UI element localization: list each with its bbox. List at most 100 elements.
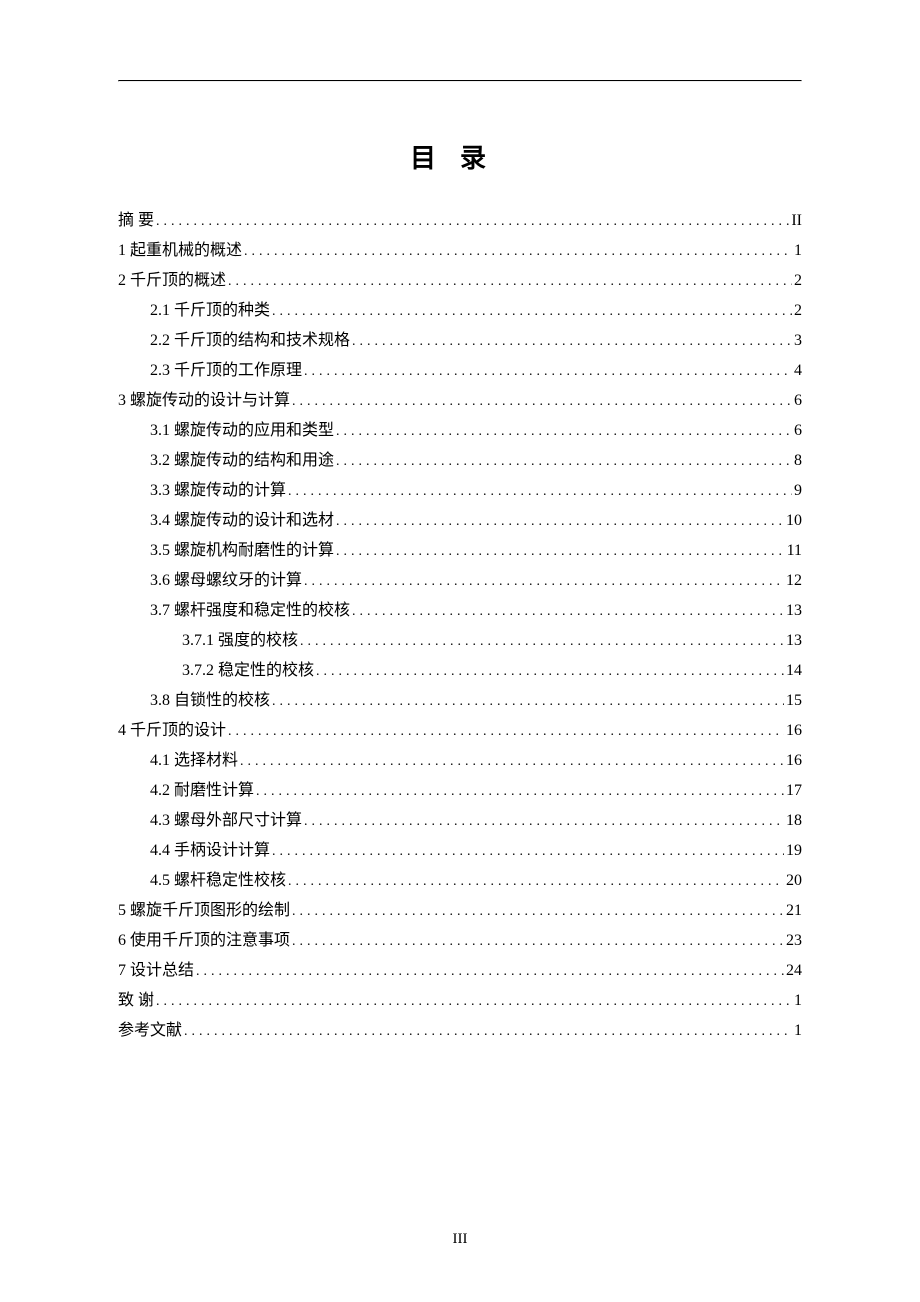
toc-entry-page: 11 [787, 543, 802, 559]
toc-entry-page: 15 [786, 693, 802, 709]
toc-entry-label: 7 设计总结 [118, 963, 194, 979]
toc-entry-page: 13 [786, 633, 802, 649]
toc-leader-dots [156, 215, 789, 229]
top-rule [118, 80, 802, 82]
toc-entry-page: 24 [786, 963, 802, 979]
toc-leader-dots [336, 545, 785, 559]
toc-title: 目录 [118, 138, 802, 175]
toc-entry-page: 13 [786, 603, 802, 619]
toc-entry: 3 螺旋传动的设计与计算6 [118, 393, 802, 409]
toc-leader-dots [304, 575, 784, 589]
toc-entry-label: 摘 要 [118, 213, 154, 229]
toc-entry-label: 2.1 千斤顶的种类 [150, 303, 270, 319]
toc-entry: 摘 要 II [118, 213, 802, 229]
toc-entry: 2.3 千斤顶的工作原理 4 [118, 363, 802, 379]
toc-leader-dots [316, 665, 784, 679]
toc-entry: 3.6 螺母螺纹牙的计算12 [118, 573, 802, 589]
toc-leader-dots [244, 245, 792, 259]
toc-entry-label: 6 使用千斤顶的注意事项 [118, 933, 290, 949]
toc-entry-label: 4.5 螺杆稳定性校核 [150, 873, 286, 889]
toc-entry: 3.5 螺旋机构耐磨性的计算 11 [118, 543, 802, 559]
toc-entry: 2.1 千斤顶的种类 2 [118, 303, 802, 319]
toc-leader-dots [336, 455, 792, 469]
toc-entry: 7 设计总结 24 [118, 963, 802, 979]
toc-entry-label: 3.2 螺旋传动的结构和用途 [150, 453, 334, 469]
toc-entry-page: 6 [794, 423, 802, 439]
toc-entry-page: 2 [794, 303, 802, 319]
toc-entry-page: 20 [786, 873, 802, 889]
toc-entry-page: 9 [794, 483, 802, 499]
toc-leader-dots [256, 785, 784, 799]
toc-entry: 3.2 螺旋传动的结构和用途8 [118, 453, 802, 469]
toc-entry-page: 18 [786, 813, 802, 829]
toc-leader-dots [336, 515, 784, 529]
toc-entry-label: 3.3 螺旋传动的计算 [150, 483, 286, 499]
document-page: 目录 摘 要II1 起重机械的概述12 千斤顶的概述22.1 千斤顶的种类22.… [0, 0, 920, 1302]
toc-entry-label: 4.3 螺母外部尺寸计算 [150, 813, 302, 829]
toc-entry: 3.7 螺杆强度和稳定性的校核 13 [118, 603, 802, 619]
toc-leader-dots [240, 755, 784, 769]
toc-leader-dots [352, 605, 784, 619]
toc-entry-page: 1 [794, 243, 802, 259]
toc-entry-page: 21 [786, 903, 802, 919]
page-number: III [0, 1231, 920, 1248]
toc-leader-dots [336, 425, 792, 439]
toc-entry-label: 3.4 螺旋传动的设计和选材 [150, 513, 334, 529]
toc-leader-dots [272, 845, 784, 859]
toc-list: 摘 要 II 1 起重机械的概述 1 2 千斤顶的概述2 2.1 千斤顶的种类 2 2.2 千… [118, 213, 802, 1039]
toc-entry-label: 1 起重机械的概述 [118, 243, 242, 259]
toc-entry-page: 19 [786, 843, 802, 859]
toc-entry-page: 1 [794, 1023, 802, 1039]
toc-entry-page: 1 [794, 993, 802, 1009]
toc-entry-page: 14 [786, 663, 802, 679]
toc-entry-page: II [791, 213, 802, 229]
toc-entry: 6 使用千斤顶的注意事项 23 [118, 933, 802, 949]
toc-entry: 4.4 手柄设计计算 19 [118, 843, 802, 859]
toc-leader-dots [352, 335, 792, 349]
toc-entry: 3.7.1 强度的校核13 [118, 633, 802, 649]
toc-entry: 3.1 螺旋传动的应用和类型 6 [118, 423, 802, 439]
toc-entry-label: 4.2 耐磨性计算 [150, 783, 254, 799]
toc-entry-label: 3.6 螺母螺纹牙的计算 [150, 573, 302, 589]
toc-entry: 4.2 耐磨性计算17 [118, 783, 802, 799]
toc-entry: 4 千斤顶的设计16 [118, 723, 802, 739]
toc-entry-page: 10 [786, 513, 802, 529]
toc-leader-dots [184, 1025, 792, 1039]
toc-entry: 4.1 选择材料16 [118, 753, 802, 769]
toc-entry: 2 千斤顶的概述2 [118, 273, 802, 289]
toc-entry: 3.4 螺旋传动的设计和选材 10 [118, 513, 802, 529]
toc-leader-dots [196, 965, 784, 979]
toc-entry: 3.8 自锁性的校核 15 [118, 693, 802, 709]
toc-entry-label: 3.5 螺旋机构耐磨性的计算 [150, 543, 334, 559]
toc-entry-page: 6 [794, 393, 802, 409]
toc-leader-dots [272, 695, 784, 709]
toc-leader-dots [304, 365, 792, 379]
toc-entry-label: 3.8 自锁性的校核 [150, 693, 270, 709]
toc-entry: 3.3 螺旋传动的计算 9 [118, 483, 802, 499]
toc-leader-dots [228, 275, 792, 289]
toc-entry-label: 2.3 千斤顶的工作原理 [150, 363, 302, 379]
toc-entry-label: 4.1 选择材料 [150, 753, 238, 769]
toc-entry: 1 起重机械的概述 1 [118, 243, 802, 259]
toc-entry: 3.7.2 稳定性的校核 14 [118, 663, 802, 679]
toc-leader-dots [288, 485, 792, 499]
toc-leader-dots [288, 875, 784, 889]
toc-entry-page: 4 [794, 363, 802, 379]
toc-entry: 4.5 螺杆稳定性校核 20 [118, 873, 802, 889]
toc-entry: 致 谢1 [118, 993, 802, 1009]
toc-entry-label: 4 千斤顶的设计 [118, 723, 226, 739]
toc-entry-label: 3.7.2 稳定性的校核 [182, 663, 314, 679]
toc-entry-label: 3.7 螺杆强度和稳定性的校核 [150, 603, 350, 619]
toc-leader-dots [304, 815, 784, 829]
toc-entry-page: 23 [786, 933, 802, 949]
toc-leader-dots [228, 725, 784, 739]
toc-entry-page: 3 [794, 333, 802, 349]
toc-leader-dots [292, 935, 784, 949]
toc-leader-dots [156, 995, 792, 1009]
toc-entry-label: 4.4 手柄设计计算 [150, 843, 270, 859]
toc-entry: 4.3 螺母外部尺寸计算 18 [118, 813, 802, 829]
toc-entry: 2.2 千斤顶的结构和技术规格 3 [118, 333, 802, 349]
toc-entry-label: 3.1 螺旋传动的应用和类型 [150, 423, 334, 439]
toc-entry-label: 2.2 千斤顶的结构和技术规格 [150, 333, 350, 349]
toc-entry-label: 5 螺旋千斤顶图形的绘制 [118, 903, 290, 919]
